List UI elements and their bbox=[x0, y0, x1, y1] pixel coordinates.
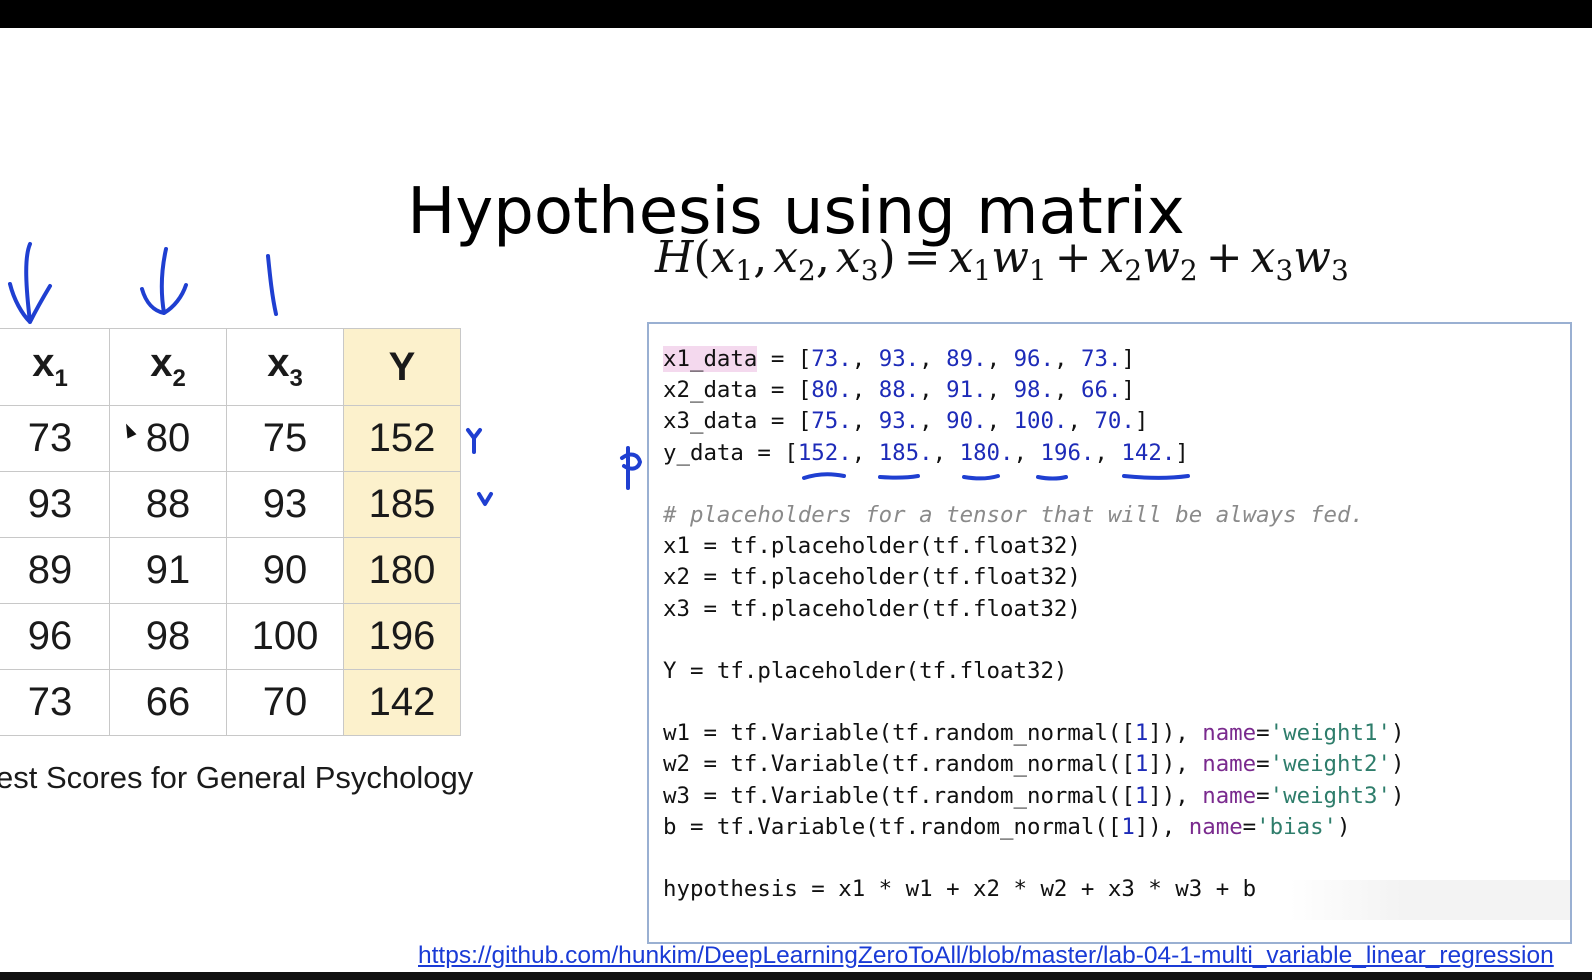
table-row: 93 88 93 185 bbox=[0, 471, 461, 538]
header-x2: x2 bbox=[109, 328, 227, 406]
table-cell: 80 bbox=[109, 405, 227, 472]
table-cell: 88 bbox=[109, 471, 227, 538]
handwritten-arrow-x1 bbox=[8, 242, 52, 324]
header-x3: x3 bbox=[226, 328, 344, 406]
table-cell: 96 bbox=[0, 603, 110, 670]
table-row: 89 91 90 180 bbox=[0, 537, 461, 604]
code-line-w1: w1 = tf.Variable(tf.random_normal([1]), … bbox=[663, 720, 1405, 747]
table-row: 73 66 70 142 bbox=[0, 669, 461, 736]
table-cell: 91 bbox=[109, 537, 227, 604]
handwritten-mark-y2 bbox=[477, 492, 493, 506]
hypothesis-formula: H(x1, x2, x3) = x1w1 + x2w2 + x3w3 bbox=[655, 232, 1349, 287]
table-cell: 73 bbox=[0, 669, 110, 736]
code-comment: # placeholders for a tensor that will be… bbox=[663, 501, 1364, 528]
table-cell: 93 bbox=[226, 471, 344, 538]
code-line-x3-placeholder: x3 = tf.placeholder(tf.float32) bbox=[663, 595, 1081, 622]
code-line-hypothesis: hypothesis = x1 * w1 + x2 * w2 + x3 * w3… bbox=[663, 876, 1257, 903]
code-block: x1_data = [73., 93., 89., 96., 73.] x2_da… bbox=[663, 344, 1404, 905]
table-cell: 100 bbox=[226, 603, 344, 670]
handwritten-mark-x3 bbox=[266, 254, 278, 316]
formula-fn: H bbox=[655, 232, 694, 283]
table-header-row: x1 x2 x3 Y bbox=[0, 328, 461, 406]
code-line-x3-data: x3_data = [75., 93., 90., 100., 70.] bbox=[663, 408, 1149, 435]
handwritten-arrow-x2 bbox=[140, 247, 188, 315]
table-cell: 196 bbox=[343, 603, 461, 670]
code-line-x1-data: x1_data = [73., 93., 89., 96., 73.] bbox=[663, 346, 1135, 372]
table-cell: 185 bbox=[343, 471, 461, 538]
table-row: 73 80 75 152 bbox=[0, 405, 461, 472]
code-line-x2-placeholder: x2 = tf.placeholder(tf.float32) bbox=[663, 564, 1081, 591]
table-caption: est Scores for General Psychology bbox=[0, 760, 474, 795]
code-line-y-placeholder: Y = tf.placeholder(tf.float32) bbox=[663, 657, 1068, 684]
handwritten-mark-code bbox=[620, 446, 642, 490]
table-cell: 70 bbox=[226, 669, 344, 736]
code-line-x1-placeholder: x1 = tf.placeholder(tf.float32) bbox=[663, 533, 1081, 560]
video-top-bar bbox=[0, 0, 1592, 28]
handwritten-mark-y1 bbox=[466, 428, 482, 454]
table-cell: 90 bbox=[226, 537, 344, 604]
table-cell: 73 bbox=[0, 405, 110, 472]
header-x1: x1 bbox=[0, 328, 110, 406]
source-link[interactable]: https://github.com/hunkim/DeepLearningZe… bbox=[418, 942, 1592, 970]
handwritten-underlines bbox=[802, 472, 1190, 481]
table-cell: 75 bbox=[226, 405, 344, 472]
code-line-w3: w3 = tf.Variable(tf.random_normal([1]), … bbox=[663, 782, 1405, 809]
code-line-w2: w2 = tf.Variable(tf.random_normal([1]), … bbox=[663, 751, 1405, 778]
header-y: Y bbox=[343, 328, 461, 406]
table-cell: 93 bbox=[0, 471, 110, 538]
table-cell: 152 bbox=[343, 405, 461, 472]
code-line-x2-data: x2_data = [80., 88., 91., 98., 66.] bbox=[663, 377, 1135, 404]
table-row: 96 98 100 196 bbox=[0, 603, 461, 670]
table-cell: 142 bbox=[343, 669, 461, 736]
score-table: x1 x2 x3 Y 73 80 75 152 93 88 93 185 89 … bbox=[0, 328, 461, 736]
code-line-y-data: y_data = [152., 185., 180., 196., 142.] bbox=[663, 439, 1189, 466]
table-cell: 89 bbox=[0, 537, 110, 604]
table-cell: 98 bbox=[109, 603, 227, 670]
table-cell: 180 bbox=[343, 537, 461, 604]
table-cell: 66 bbox=[109, 669, 227, 736]
video-bottom-bar bbox=[0, 972, 1592, 980]
code-line-b: b = tf.Variable(tf.random_normal([1]), n… bbox=[663, 813, 1351, 840]
